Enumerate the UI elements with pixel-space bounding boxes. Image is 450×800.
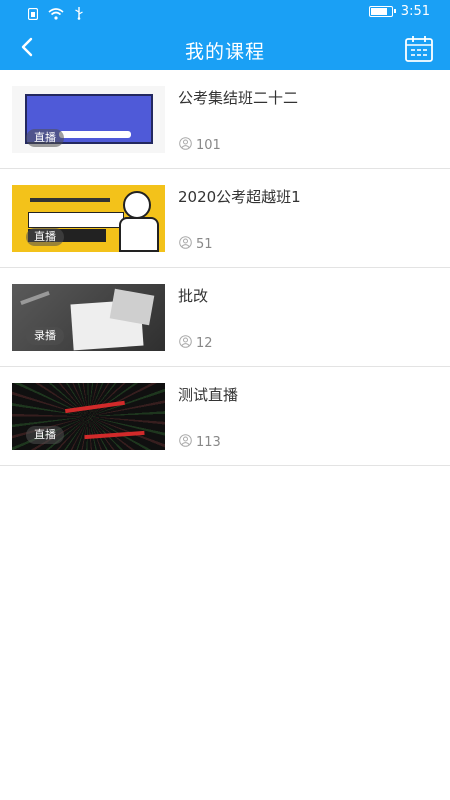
- viewer-number: 12: [196, 336, 213, 351]
- course-title: 批改: [178, 287, 209, 305]
- course-thumbnail: 直播: [12, 185, 165, 252]
- course-list: 直播 公考集结班二十二 101 直播 2020公考超越班1 51 录播 批改 1…: [0, 70, 450, 466]
- course-item[interactable]: 录播 批改 12: [0, 268, 450, 367]
- course-thumbnail: 录播: [12, 284, 165, 351]
- clock-time: 3:51: [400, 4, 430, 19]
- usb-icon: [74, 5, 84, 24]
- status-right: 3:51: [368, 4, 430, 19]
- live-badge: 直播: [26, 129, 64, 147]
- status-bar: 3:51: [0, 0, 450, 26]
- battery-icon: [368, 6, 396, 17]
- course-title: 2020公考超越班1: [178, 188, 301, 206]
- calendar-icon: [404, 36, 434, 67]
- thumbnail-art-line: [30, 198, 110, 202]
- viewer-count: 51: [179, 236, 213, 253]
- viewer-count: 12: [179, 335, 213, 352]
- thumbnail-art-bar: [59, 131, 131, 138]
- course-title: 公考集结班二十二: [178, 89, 299, 107]
- thumbnail-art-banner: [28, 212, 124, 228]
- recorded-badge: 录播: [26, 327, 64, 345]
- course-thumbnail: 直播: [12, 383, 165, 450]
- status-left-icons: [27, 5, 84, 24]
- live-badge: 直播: [26, 426, 64, 444]
- title-bar: 我的课程: [0, 26, 450, 70]
- wifi-icon: [48, 5, 64, 24]
- user-icon: [179, 434, 192, 451]
- page-title: 我的课程: [184, 41, 265, 63]
- battery-fill: [370, 8, 387, 15]
- thumbnail-art-tool: [20, 290, 50, 306]
- course-thumbnail: 直播: [12, 86, 165, 153]
- course-item[interactable]: 直播 2020公考超越班1 51: [0, 169, 450, 268]
- sim-icon: [27, 5, 39, 24]
- course-title: 测试直播: [178, 386, 239, 404]
- user-icon: [179, 335, 192, 352]
- live-badge: 直播: [26, 228, 64, 246]
- viewer-number: 113: [196, 435, 221, 450]
- viewer-number: 51: [196, 237, 213, 252]
- calendar-button[interactable]: [404, 35, 434, 63]
- user-icon: [179, 236, 192, 253]
- thumbnail-art-figure-body: [119, 217, 159, 252]
- user-icon: [179, 137, 192, 154]
- thumbnail-art-figure-face: [123, 191, 151, 219]
- course-item[interactable]: 直播 测试直播 113: [0, 367, 450, 466]
- viewer-number: 101: [196, 138, 221, 153]
- viewer-count: 101: [179, 137, 221, 154]
- course-item[interactable]: 直播 公考集结班二十二 101: [0, 70, 450, 169]
- viewer-count: 113: [179, 434, 221, 451]
